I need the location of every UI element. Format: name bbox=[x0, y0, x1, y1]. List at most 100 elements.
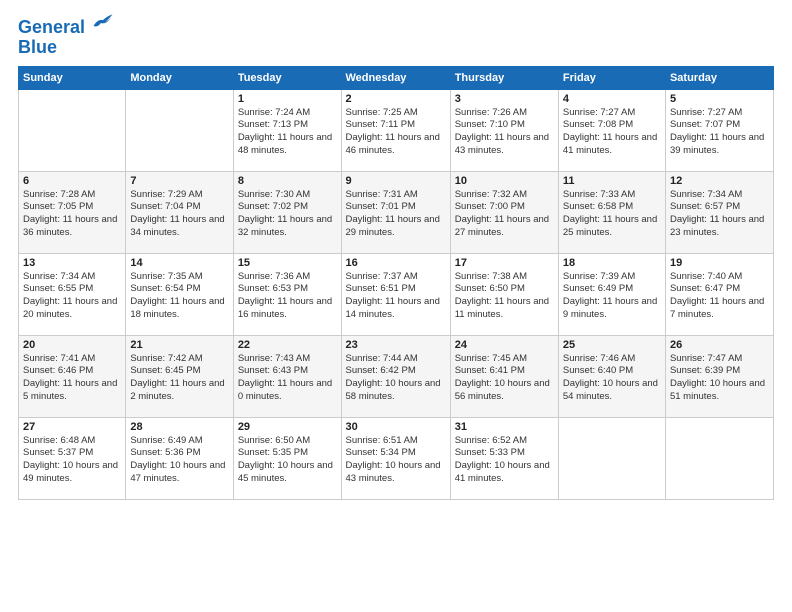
day-number: 26 bbox=[670, 339, 769, 351]
day-info: Sunrise: 7:42 AM Sunset: 6:45 PM Dayligh… bbox=[130, 353, 228, 404]
day-info: Sunrise: 7:43 AM Sunset: 6:43 PM Dayligh… bbox=[238, 353, 337, 404]
logo-bird-icon bbox=[92, 11, 114, 33]
page: General Blue SundayMondayTuesdayWednesda… bbox=[0, 0, 792, 612]
day-number: 17 bbox=[455, 257, 554, 269]
calendar-weekday-friday: Friday bbox=[558, 66, 665, 89]
calendar-cell: 18 Sunrise: 7:39 AM Sunset: 6:49 PM Dayli… bbox=[558, 253, 665, 335]
calendar-cell: 3Sunrise: 7:26 AM Sunset: 7:10 PM Daylig… bbox=[450, 89, 558, 171]
day-info: Sunrise: 7:44 AM Sunset: 6:42 PM Dayligh… bbox=[346, 353, 446, 404]
day-number: 13 bbox=[23, 257, 121, 269]
day-info: Sunrise: 7:30 AM Sunset: 7:02 PM Dayligh… bbox=[238, 189, 337, 240]
calendar-cell: 17 Sunrise: 7:38 AM Sunset: 6:50 PM Dayli… bbox=[450, 253, 558, 335]
day-number: 18 bbox=[563, 257, 661, 269]
calendar-cell: 9 Sunrise: 7:31 AM Sunset: 7:01 PM Daylig… bbox=[341, 171, 450, 253]
calendar-cell: 10 Sunrise: 7:32 AM Sunset: 7:00 PM Dayli… bbox=[450, 171, 558, 253]
calendar-cell: 1 Sunrise: 7:24 AM Sunset: 7:13 PM Daylig… bbox=[233, 89, 341, 171]
day-info: Sunrise: 7:28 AM Sunset: 7:05 PM Dayligh… bbox=[23, 189, 121, 240]
day-info: Sunrise: 7:24 AM Sunset: 7:13 PM Dayligh… bbox=[238, 107, 337, 158]
day-number: 30 bbox=[346, 421, 446, 433]
calendar-weekday-wednesday: Wednesday bbox=[341, 66, 450, 89]
day-number: 15 bbox=[238, 257, 337, 269]
calendar-week-row: 6 Sunrise: 7:28 AM Sunset: 7:05 PM Daylig… bbox=[19, 171, 774, 253]
day-number: 10 bbox=[455, 175, 554, 187]
day-info: Sunrise: 7:40 AM Sunset: 6:47 PM Dayligh… bbox=[670, 271, 769, 322]
logo: General Blue bbox=[18, 15, 114, 58]
logo-blue: Blue bbox=[18, 38, 114, 58]
calendar-cell: 26 Sunrise: 7:47 AM Sunset: 6:39 PM Dayli… bbox=[665, 335, 773, 417]
calendar-cell: 21 Sunrise: 7:42 AM Sunset: 6:45 PM Dayli… bbox=[126, 335, 233, 417]
day-info: Sunrise: 7:29 AM Sunset: 7:04 PM Dayligh… bbox=[130, 189, 228, 240]
day-info: Sunrise: 7:36 AM Sunset: 6:53 PM Dayligh… bbox=[238, 271, 337, 322]
day-number: 14 bbox=[130, 257, 228, 269]
calendar-week-row: 20 Sunrise: 7:41 AM Sunset: 6:46 PM Dayli… bbox=[19, 335, 774, 417]
day-info: Sunrise: 7:27 AM Sunset: 7:07 PM Dayligh… bbox=[670, 107, 769, 158]
day-number: 5 bbox=[670, 93, 769, 105]
calendar-table: SundayMondayTuesdayWednesdayThursdayFrid… bbox=[18, 66, 774, 500]
day-info: Sunrise: 7:26 AM Sunset: 7:10 PM Dayligh… bbox=[455, 107, 554, 158]
calendar-header-row: SundayMondayTuesdayWednesdayThursdayFrid… bbox=[19, 66, 774, 89]
calendar-cell: 28 Sunrise: 6:49 AM Sunset: 5:36 PM Dayli… bbox=[126, 417, 233, 499]
calendar-cell: 16Sunrise: 7:37 AM Sunset: 6:51 PM Dayli… bbox=[341, 253, 450, 335]
calendar-cell: 7Sunrise: 7:29 AM Sunset: 7:04 PM Daylig… bbox=[126, 171, 233, 253]
day-info: Sunrise: 7:39 AM Sunset: 6:49 PM Dayligh… bbox=[563, 271, 661, 322]
day-number: 25 bbox=[563, 339, 661, 351]
calendar-cell: 19 Sunrise: 7:40 AM Sunset: 6:47 PM Dayli… bbox=[665, 253, 773, 335]
day-info: Sunrise: 7:27 AM Sunset: 7:08 PM Dayligh… bbox=[563, 107, 661, 158]
day-info: Sunrise: 6:52 AM Sunset: 5:33 PM Dayligh… bbox=[455, 435, 554, 486]
day-info: Sunrise: 6:48 AM Sunset: 5:37 PM Dayligh… bbox=[23, 435, 121, 486]
day-info: Sunrise: 7:38 AM Sunset: 6:50 PM Dayligh… bbox=[455, 271, 554, 322]
day-info: Sunrise: 7:32 AM Sunset: 7:00 PM Dayligh… bbox=[455, 189, 554, 240]
calendar-weekday-saturday: Saturday bbox=[665, 66, 773, 89]
calendar-cell: 31 Sunrise: 6:52 AM Sunset: 5:33 PM Dayli… bbox=[450, 417, 558, 499]
day-info: Sunrise: 6:49 AM Sunset: 5:36 PM Dayligh… bbox=[130, 435, 228, 486]
calendar-cell: 5 Sunrise: 7:27 AM Sunset: 7:07 PM Daylig… bbox=[665, 89, 773, 171]
calendar-cell: 6 Sunrise: 7:28 AM Sunset: 7:05 PM Daylig… bbox=[19, 171, 126, 253]
day-number: 12 bbox=[670, 175, 769, 187]
day-number: 31 bbox=[455, 421, 554, 433]
day-number: 16 bbox=[346, 257, 446, 269]
calendar-cell bbox=[558, 417, 665, 499]
day-info: Sunrise: 7:35 AM Sunset: 6:54 PM Dayligh… bbox=[130, 271, 228, 322]
day-info: Sunrise: 7:41 AM Sunset: 6:46 PM Dayligh… bbox=[23, 353, 121, 404]
day-info: Sunrise: 7:25 AM Sunset: 7:11 PM Dayligh… bbox=[346, 107, 446, 158]
day-number: 28 bbox=[130, 421, 228, 433]
day-number: 1 bbox=[238, 93, 337, 105]
day-info: Sunrise: 7:47 AM Sunset: 6:39 PM Dayligh… bbox=[670, 353, 769, 404]
calendar-cell: 8 Sunrise: 7:30 AM Sunset: 7:02 PM Daylig… bbox=[233, 171, 341, 253]
calendar-cell: 12 Sunrise: 7:34 AM Sunset: 6:57 PM Dayli… bbox=[665, 171, 773, 253]
calendar-cell: 25 Sunrise: 7:46 AM Sunset: 6:40 PM Dayli… bbox=[558, 335, 665, 417]
day-number: 9 bbox=[346, 175, 446, 187]
day-info: Sunrise: 6:51 AM Sunset: 5:34 PM Dayligh… bbox=[346, 435, 446, 486]
day-number: 24 bbox=[455, 339, 554, 351]
day-info: Sunrise: 7:34 AM Sunset: 6:57 PM Dayligh… bbox=[670, 189, 769, 240]
calendar-cell: 2Sunrise: 7:25 AM Sunset: 7:11 PM Daylig… bbox=[341, 89, 450, 171]
calendar-cell bbox=[126, 89, 233, 171]
day-number: 6 bbox=[23, 175, 121, 187]
day-info: Sunrise: 7:46 AM Sunset: 6:40 PM Dayligh… bbox=[563, 353, 661, 404]
day-number: 19 bbox=[670, 257, 769, 269]
day-number: 23 bbox=[346, 339, 446, 351]
day-number: 8 bbox=[238, 175, 337, 187]
calendar-cell: 24 Sunrise: 7:45 AM Sunset: 6:41 PM Dayli… bbox=[450, 335, 558, 417]
calendar-weekday-thursday: Thursday bbox=[450, 66, 558, 89]
calendar-cell bbox=[665, 417, 773, 499]
day-info: Sunrise: 7:31 AM Sunset: 7:01 PM Dayligh… bbox=[346, 189, 446, 240]
calendar-cell: 11Sunrise: 7:33 AM Sunset: 6:58 PM Dayli… bbox=[558, 171, 665, 253]
calendar-weekday-sunday: Sunday bbox=[19, 66, 126, 89]
day-number: 20 bbox=[23, 339, 121, 351]
calendar-cell: 13Sunrise: 7:34 AM Sunset: 6:55 PM Dayli… bbox=[19, 253, 126, 335]
day-number: 11 bbox=[563, 175, 661, 187]
day-number: 29 bbox=[238, 421, 337, 433]
day-number: 4 bbox=[563, 93, 661, 105]
calendar-cell: 4 Sunrise: 7:27 AM Sunset: 7:08 PM Daylig… bbox=[558, 89, 665, 171]
header: General Blue bbox=[18, 15, 774, 58]
calendar-week-row: 13Sunrise: 7:34 AM Sunset: 6:55 PM Dayli… bbox=[19, 253, 774, 335]
calendar-cell: 30 Sunrise: 6:51 AM Sunset: 5:34 PM Dayli… bbox=[341, 417, 450, 499]
calendar-week-row: 27Sunrise: 6:48 AM Sunset: 5:37 PM Dayli… bbox=[19, 417, 774, 499]
logo-text: General bbox=[18, 15, 114, 38]
logo-general: General bbox=[18, 17, 85, 37]
day-number: 21 bbox=[130, 339, 228, 351]
calendar-cell: 29 Sunrise: 6:50 AM Sunset: 5:35 PM Dayli… bbox=[233, 417, 341, 499]
day-info: Sunrise: 7:45 AM Sunset: 6:41 PM Dayligh… bbox=[455, 353, 554, 404]
day-info: Sunrise: 6:50 AM Sunset: 5:35 PM Dayligh… bbox=[238, 435, 337, 486]
